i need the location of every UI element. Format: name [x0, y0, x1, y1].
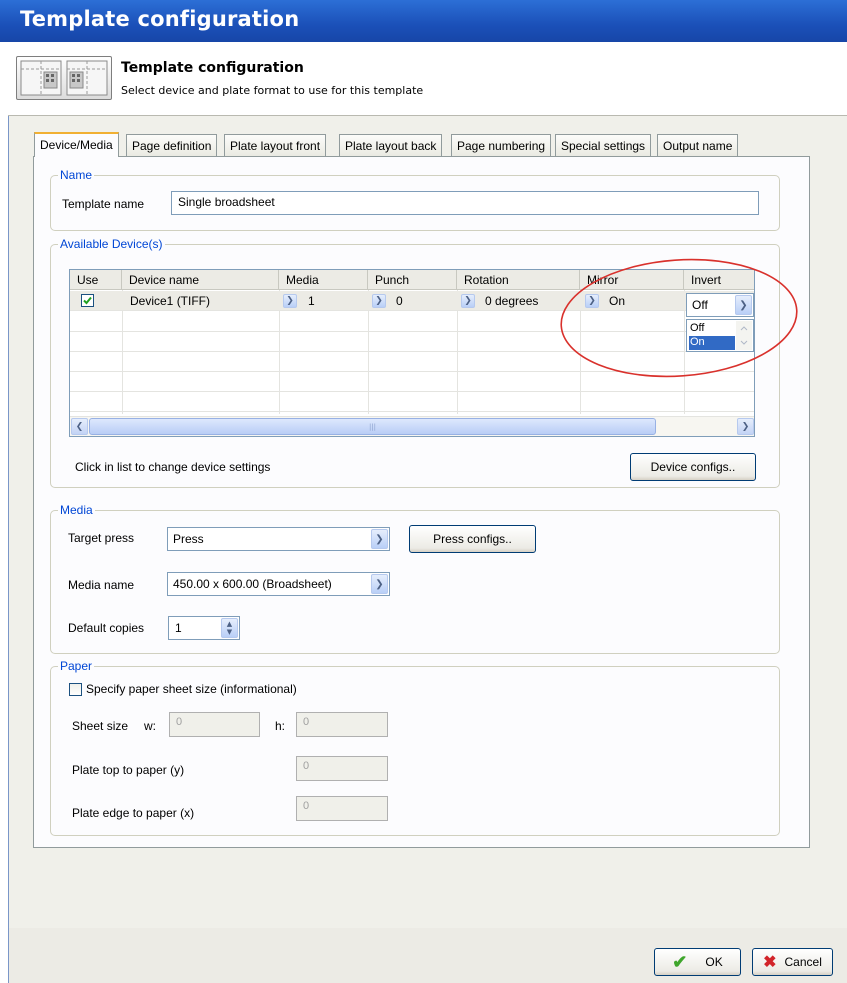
specify-paper-checkbox[interactable]	[69, 683, 82, 696]
col-device-name[interactable]: Device name	[122, 270, 279, 290]
chevron-down-icon[interactable]: ❯	[372, 294, 386, 308]
tab-page-numbering[interactable]: Page numbering	[451, 134, 552, 156]
checkmark-icon: ✔	[672, 951, 688, 972]
tab-plate-layout-back[interactable]: Plate layout back	[339, 134, 443, 156]
use-checkbox[interactable]	[81, 294, 94, 307]
plate-edge-label: Plate edge to paper (x)	[72, 806, 195, 820]
press-configs-button[interactable]: Press configs..	[409, 525, 536, 553]
sheet-width-input[interactable]: 0	[169, 712, 260, 737]
media-name-select[interactable]: 450.00 x 600.00 (Broadsheet) ❯	[167, 572, 390, 596]
template-icon	[16, 56, 112, 100]
template-name-label: Template name	[62, 197, 145, 211]
default-copies-stepper[interactable]: 1 ▲ ▼	[168, 616, 240, 640]
name-group-label: Name	[58, 168, 95, 182]
template-name-input[interactable]: Single broadsheet	[171, 191, 759, 215]
table-row[interactable]	[70, 392, 754, 412]
header-title: Template configuration	[121, 60, 304, 76]
device-hint-text: Click in list to change device settings	[75, 460, 271, 474]
plate-top-label: Plate top to paper (y)	[72, 763, 185, 777]
plate-top-input[interactable]: 0	[296, 756, 388, 781]
annotation-circle-icon	[560, 258, 798, 378]
tab-device-media[interactable]: Device/Media	[34, 132, 119, 157]
horizontal-scrollbar[interactable]: ❮ ||| ❯	[70, 416, 754, 436]
ok-button[interactable]: ✔ OK	[654, 948, 741, 976]
rotation-cell[interactable]: 0 degrees	[485, 291, 538, 311]
chevron-down-icon[interactable]: ❯	[371, 529, 388, 549]
specify-paper-label[interactable]: Specify paper sheet size (informational)	[86, 682, 297, 696]
available-devices-label: Available Device(s)	[58, 237, 165, 251]
device-configs-button[interactable]: Device configs..	[630, 453, 756, 481]
chevron-down-icon[interactable]: ❯	[283, 294, 297, 308]
tab-plate-layout-front[interactable]: Plate layout front	[224, 134, 327, 156]
device-name-cell[interactable]: Device1 (TIFF)	[130, 291, 210, 311]
col-media[interactable]: Media	[279, 270, 368, 290]
media-name-label: Media name	[68, 578, 135, 592]
ok-label: OK	[705, 955, 723, 969]
media-cell[interactable]: 1	[308, 291, 315, 311]
scroll-right-icon[interactable]: ❯	[737, 418, 754, 435]
default-copies-value: 1	[175, 621, 182, 635]
punch-cell[interactable]: 0	[396, 291, 403, 311]
col-punch[interactable]: Punch	[368, 270, 457, 290]
window-title: Template configuration	[20, 7, 300, 31]
cancel-label: Cancel	[784, 955, 822, 969]
scrollbar-thumb[interactable]: |||	[89, 418, 656, 435]
target-press-select[interactable]: Press ❯	[167, 527, 390, 551]
target-press-value: Press	[173, 532, 204, 546]
cancel-x-icon: ✖	[763, 954, 777, 971]
scroll-left-icon[interactable]: ❮	[71, 418, 88, 435]
dialog-header	[8, 42, 847, 116]
chevron-down-icon[interactable]: ❯	[371, 574, 388, 594]
chevron-down-icon[interactable]: ❯	[461, 294, 475, 308]
sheet-size-label: Sheet size	[72, 719, 129, 733]
sheet-height-input[interactable]: 0	[296, 712, 388, 737]
paper-group-label: Paper	[58, 659, 95, 673]
tab-page-definition[interactable]: Page definition	[126, 134, 218, 156]
media-group-label: Media	[58, 503, 95, 517]
target-press-label: Target press	[68, 531, 135, 545]
plate-edge-input[interactable]: 0	[296, 796, 388, 821]
tab-special-settings[interactable]: Special settings	[555, 134, 652, 156]
header-subtitle: Select device and plate format to use fo…	[121, 84, 424, 97]
media-name-value: 450.00 x 600.00 (Broadsheet)	[173, 577, 332, 591]
height-label: h:	[275, 719, 286, 733]
width-label: w:	[144, 719, 156, 733]
col-use[interactable]: Use	[70, 270, 122, 290]
stepper-arrows-icon[interactable]: ▲ ▼	[221, 618, 238, 638]
default-copies-label: Default copies	[68, 621, 145, 635]
cancel-button[interactable]: ✖ Cancel	[752, 948, 833, 976]
tab-output-name[interactable]: Output name	[657, 134, 739, 156]
